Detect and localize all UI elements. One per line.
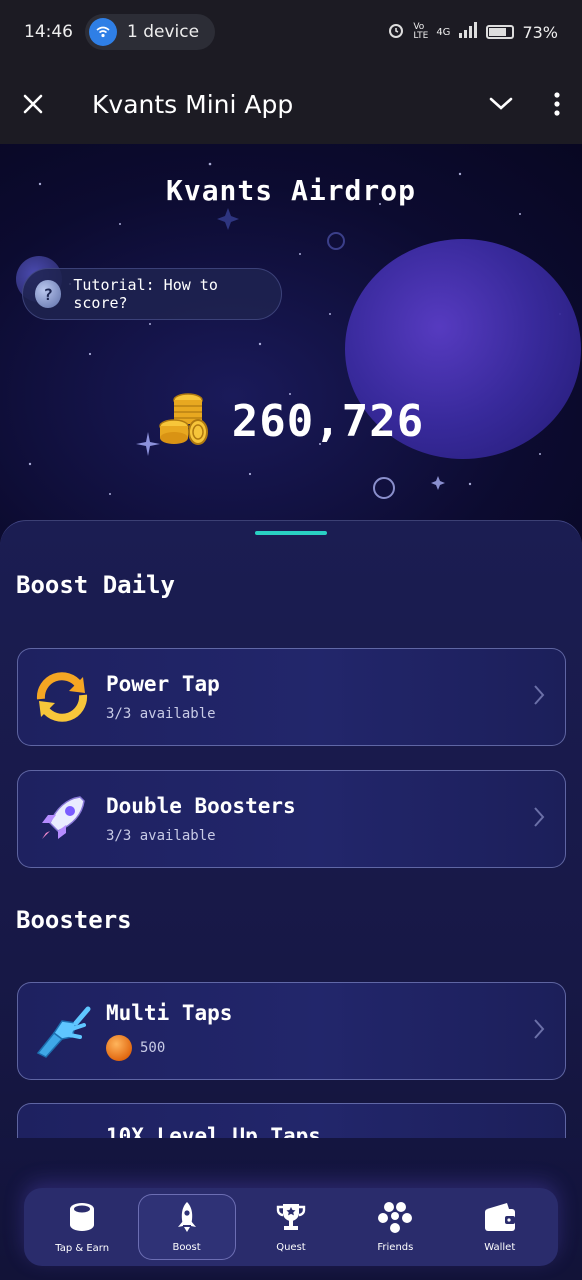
multi-taps-card[interactable]: Multi Taps 500 xyxy=(17,982,566,1080)
nav-boost[interactable]: Boost xyxy=(137,1194,236,1260)
status-time: 14:46 xyxy=(24,22,73,42)
signal-icon xyxy=(458,22,478,42)
nav-wallet[interactable]: Wallet xyxy=(451,1194,549,1260)
more-options-icon[interactable] xyxy=(554,92,560,116)
chevron-right-icon xyxy=(533,684,545,710)
nav-label: Wallet xyxy=(484,1242,516,1253)
nav-tap-earn[interactable]: Tap & Earn xyxy=(33,1194,131,1260)
nav-quest[interactable]: Quest xyxy=(242,1194,340,1260)
trophy-icon xyxy=(275,1201,307,1236)
card-subtitle: 3/3 available xyxy=(106,828,216,844)
score-display: 260,726 xyxy=(0,390,582,452)
app-title: Kvants Mini App xyxy=(92,89,294,119)
card-subtitle: 3/3 available xyxy=(106,706,216,722)
network-type: 4G xyxy=(436,26,451,38)
card-cost: 500 xyxy=(106,1035,232,1061)
battery-icon xyxy=(486,25,515,39)
nav-label: Boost xyxy=(172,1242,201,1253)
chevron-down-icon[interactable] xyxy=(488,96,514,112)
wifi-icon xyxy=(89,18,117,46)
page-title: Kvants Airdrop xyxy=(165,174,416,207)
volte-icon: Vo LTE xyxy=(413,22,429,41)
tutorial-label: Tutorial: How to score? xyxy=(73,276,218,312)
coin-stack-icon xyxy=(158,390,210,452)
connected-devices-pill[interactable]: 1 device xyxy=(85,14,216,50)
status-bar: 14:46 1 device Vo LTE 4G 73% xyxy=(0,0,582,64)
app-header: Kvants Mini App xyxy=(0,64,582,144)
power-tap-card[interactable]: Power Tap 3/3 available xyxy=(17,648,566,746)
chevron-right-icon xyxy=(533,1018,545,1044)
question-icon: ? xyxy=(35,280,62,308)
sheet-drag-handle[interactable] xyxy=(255,531,327,535)
refresh-arrows-icon xyxy=(30,665,94,729)
rocket-icon xyxy=(30,787,94,851)
tutorial-button[interactable]: ? Tutorial: How to score? xyxy=(22,268,282,320)
section-title-boosters: Boosters xyxy=(16,906,132,934)
hero-space-banner: Kvants Airdrop ? Tutorial: How to score?… xyxy=(0,144,582,564)
nav-friends[interactable]: Friends xyxy=(346,1194,444,1260)
card-title: Power Tap xyxy=(106,672,220,696)
tap-icon xyxy=(67,1200,97,1237)
card-title: Multi Taps xyxy=(106,1001,233,1025)
nav-label: Tap & Earn xyxy=(55,1243,110,1254)
chevron-right-icon xyxy=(533,806,545,832)
double-boosters-card[interactable]: Double Boosters 3/3 available xyxy=(17,770,566,868)
wallet-icon xyxy=(483,1201,517,1236)
nav-label: Quest xyxy=(276,1242,306,1253)
battery-percent: 73% xyxy=(522,22,558,42)
score-value: 260,726 xyxy=(231,395,425,447)
bottom-nav: Tap & Earn Boost Quest Friends Wallet xyxy=(24,1188,558,1266)
nav-label: Friends xyxy=(377,1242,414,1253)
rocket-icon xyxy=(176,1201,198,1236)
robot-hand-icon xyxy=(30,999,94,1063)
alarm-icon xyxy=(387,21,405,43)
close-icon[interactable] xyxy=(22,93,44,115)
status-indicators: Vo LTE 4G 73% xyxy=(387,21,558,43)
section-title-boost-daily: Boost Daily xyxy=(16,571,175,599)
friends-icon xyxy=(378,1201,413,1236)
card-title: Double Boosters xyxy=(106,794,296,818)
device-count: 1 device xyxy=(127,22,200,42)
coin-icon xyxy=(106,1035,132,1061)
